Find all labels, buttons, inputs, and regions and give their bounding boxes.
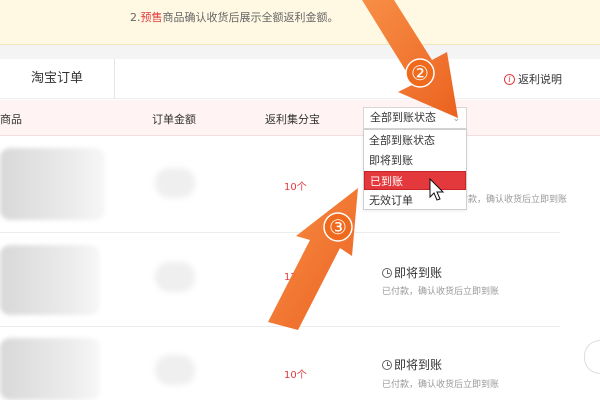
- order-amount-blurred: [155, 262, 195, 292]
- annotation-step-3: ③: [329, 215, 347, 239]
- rebate-explanation-label: 返利说明: [518, 73, 562, 86]
- notice-text: 2.预售商品确认收货后展示全额返利金额。: [130, 9, 339, 25]
- clock-icon: [382, 267, 392, 278]
- rebate-count: 10个: [284, 182, 307, 193]
- option-all-status[interactable]: 全部到账状态: [364, 131, 466, 150]
- status-subtext: 已付款，确认收货后立即到账: [450, 195, 568, 205]
- rebate-count: 10个: [284, 370, 307, 381]
- status-subtext: 已付款，确认收货后立即到账: [382, 287, 500, 297]
- product-thumbnail: [0, 148, 105, 220]
- product-thumbnail: [0, 245, 100, 315]
- annotation-arrow-3: [268, 188, 358, 330]
- rebate-explanation-link[interactable]: i 返利说明: [504, 71, 562, 87]
- status-subtext: 已付款，确认收货后立即到账: [382, 380, 500, 390]
- notice-body: 商品确认收货后展示全额返利金额。: [162, 11, 339, 24]
- status-filter-select[interactable]: 全部到账状态 ⌄: [363, 107, 467, 129]
- option-arriving-soon[interactable]: 即将到账: [364, 151, 466, 170]
- notice-highlight: 预售: [140, 11, 163, 24]
- notice-banner: 2.预售商品确认收货后展示全额返利金额。: [0, 0, 600, 45]
- status-label: 即将到账: [394, 266, 443, 280]
- notice-prefix: 2.: [130, 11, 141, 24]
- row-divider: [0, 232, 560, 233]
- product-thumbnail: [0, 338, 100, 400]
- column-rebate-points: 返利集分宝: [265, 113, 320, 126]
- info-icon: i: [504, 73, 515, 85]
- column-order-amount: 订单金额: [152, 113, 196, 126]
- status-filter-value: 全部到账状态: [370, 111, 436, 124]
- column-product: 商品: [0, 113, 22, 126]
- chevron-down-icon: ⌄: [452, 114, 460, 124]
- scroll-handle[interactable]: [584, 340, 600, 374]
- annotation-badge-3: [323, 212, 353, 242]
- status-arriving: 即将到账: [382, 356, 442, 373]
- section-gap: [0, 45, 600, 59]
- row-divider: [0, 326, 560, 327]
- clock-icon: [382, 359, 392, 370]
- status-label: 即将到账: [394, 358, 443, 372]
- status-filter-dropdown: 全部到账状态 即将到账 已到账 无效订单: [363, 129, 467, 210]
- orders-header: 淘宝订单 i 返利说明: [0, 59, 600, 99]
- option-arrived[interactable]: 已到账: [364, 171, 466, 190]
- order-amount-blurred: [155, 168, 195, 198]
- rebate-count: 17: [284, 272, 297, 283]
- order-amount-blurred: [155, 355, 195, 385]
- table-header: 商品 订单金额 返利集分宝: [0, 100, 600, 136]
- status-arriving: 即将到账: [382, 264, 442, 281]
- tab-taobao-orders[interactable]: 淘宝订单: [0, 59, 115, 99]
- option-invalid-order[interactable]: 无效订单: [364, 191, 466, 210]
